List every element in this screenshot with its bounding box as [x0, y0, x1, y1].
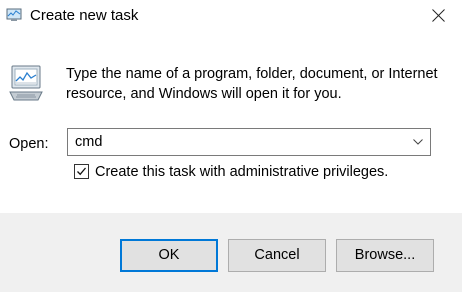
open-combobox[interactable]: cmd — [67, 128, 431, 156]
dialog-footer: OK Cancel Browse... — [0, 213, 462, 292]
dialog-description: Type the name of a program, folder, docu… — [66, 66, 438, 102]
admin-privileges-checkbox[interactable] — [74, 164, 89, 179]
browse-button[interactable]: Browse... — [336, 239, 434, 272]
run-program-icon — [9, 65, 43, 101]
dialog-content: Type the name of a program, folder, docu… — [0, 33, 462, 213]
chevron-down-icon[interactable] — [413, 139, 423, 145]
close-button[interactable] — [416, 0, 462, 32]
ok-button[interactable]: OK — [120, 239, 218, 272]
cancel-button[interactable]: Cancel — [228, 239, 326, 272]
checkmark-icon — [77, 167, 86, 176]
open-label: Open: — [9, 136, 49, 152]
close-icon — [432, 9, 445, 22]
admin-privileges-label[interactable]: Create this task with administrative pri… — [95, 163, 388, 181]
window-title: Create new task — [30, 7, 139, 24]
run-dialog-icon — [6, 8, 22, 21]
title-bar: Create new task — [0, 0, 462, 33]
open-input-value[interactable]: cmd — [75, 133, 102, 151]
